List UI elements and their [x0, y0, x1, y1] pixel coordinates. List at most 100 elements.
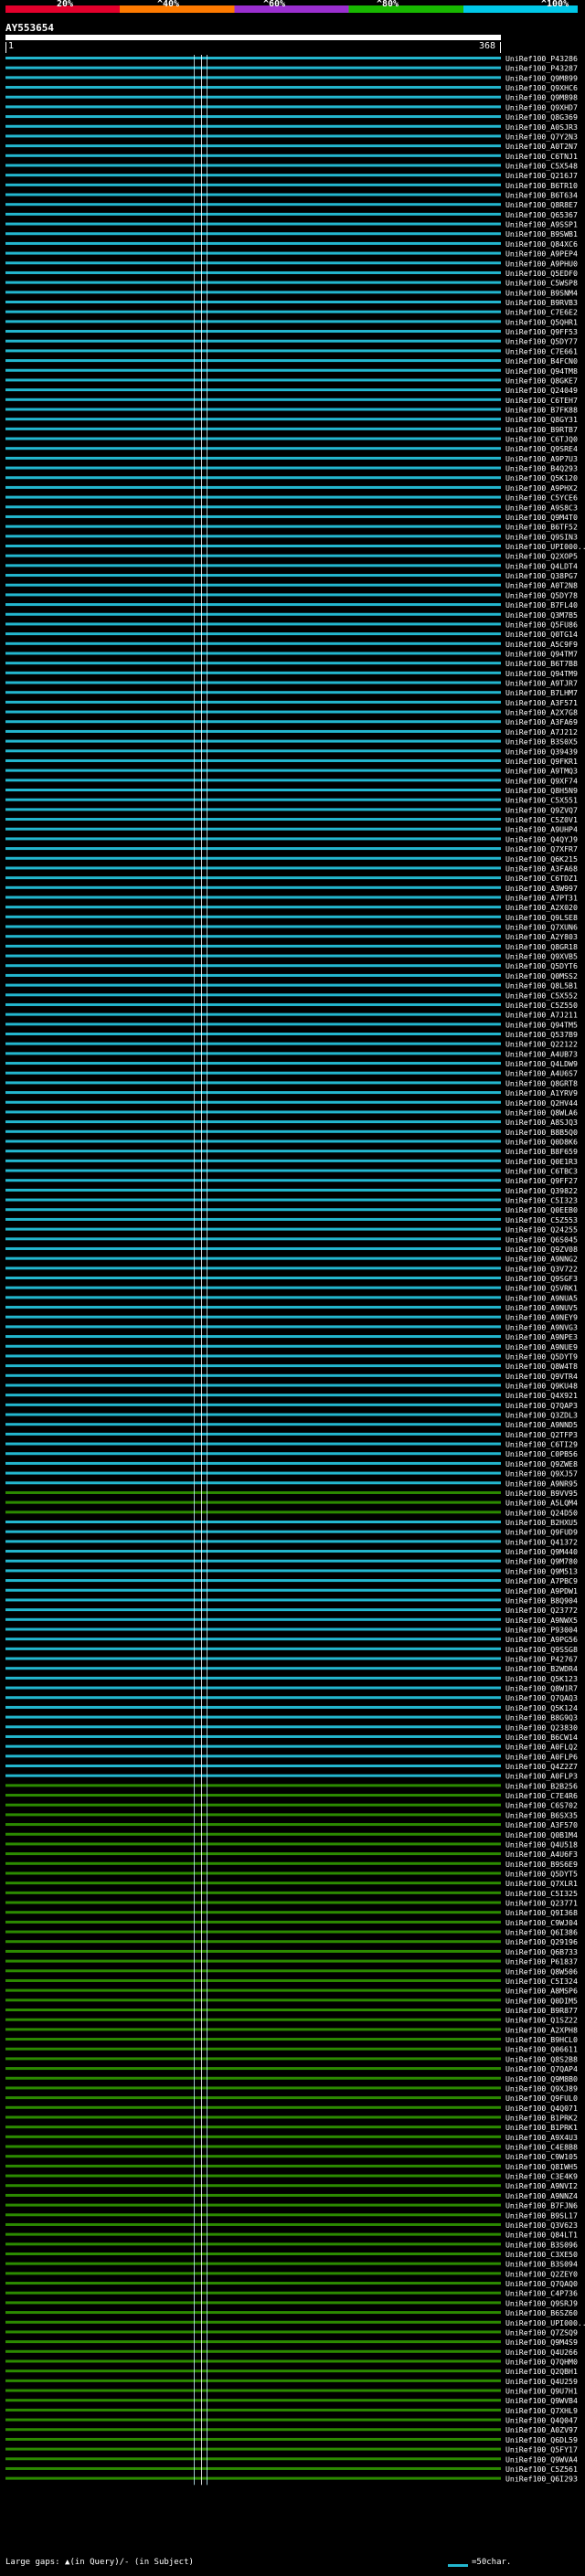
- hit-label[interactable]: UniRef100_Q5FU86: [505, 620, 578, 629]
- hit-label[interactable]: UniRef100_Q7QAQ0: [505, 2279, 578, 2288]
- hit-label[interactable]: UniRef100_B4Q293: [505, 464, 578, 473]
- hit-label[interactable]: UniRef100_Q3V623: [505, 2221, 578, 2230]
- hit-label[interactable]: UniRef100_Q0B1M4: [505, 1830, 578, 1839]
- hit-label[interactable]: UniRef100_Q8W1R7: [505, 1684, 578, 1693]
- hit-bar[interactable]: [5, 1023, 501, 1026]
- hit-label[interactable]: UniRef100_A9NEY9: [505, 1313, 578, 1322]
- hit-label[interactable]: UniRef100_Q84LT1: [505, 2231, 578, 2240]
- hit-bar[interactable]: [5, 993, 501, 997]
- hit-bar[interactable]: [5, 1452, 501, 1456]
- hit-label[interactable]: UniRef100_C5X548: [505, 161, 578, 170]
- hit-label[interactable]: UniRef100_Q9ZV08: [505, 1245, 578, 1254]
- hit-bar[interactable]: [5, 1081, 501, 1085]
- hit-label[interactable]: UniRef100_Q38PG7: [505, 571, 578, 580]
- hit-label[interactable]: UniRef100_C7E4R6: [505, 1791, 578, 1800]
- hit-bar[interactable]: [5, 2349, 501, 2353]
- hit-label[interactable]: UniRef100_B9R877: [505, 2006, 578, 2015]
- hit-bar[interactable]: [5, 1208, 501, 1212]
- hit-label[interactable]: UniRef100_Q4Z2Z7: [505, 1762, 578, 1771]
- hit-label[interactable]: UniRef100_Q9FKR1: [505, 757, 578, 766]
- hit-bar[interactable]: [5, 739, 501, 743]
- hit-bar[interactable]: [5, 466, 501, 470]
- hit-label[interactable]: UniRef100_Q2TFP3: [505, 1430, 578, 1439]
- hit-bar[interactable]: [5, 818, 501, 822]
- hit-bar[interactable]: [5, 1744, 501, 1748]
- hit-bar[interactable]: [5, 1667, 501, 1670]
- hit-bar[interactable]: [5, 2408, 501, 2412]
- hit-bar[interactable]: [5, 554, 501, 557]
- hit-label[interactable]: UniRef100_Q7ZSQ9: [505, 2327, 578, 2337]
- hit-label[interactable]: UniRef100_A9X4U3: [505, 2133, 578, 2142]
- hit-bar[interactable]: [5, 1150, 501, 1153]
- hit-label[interactable]: UniRef100_Q7QAQ3: [505, 1693, 578, 1702]
- hit-label[interactable]: UniRef100_Q9M4T0: [505, 513, 578, 522]
- hit-bar[interactable]: [5, 1335, 501, 1339]
- hit-bar[interactable]: [5, 837, 501, 841]
- hit-label[interactable]: UniRef100_B6T7B8: [505, 659, 578, 668]
- hit-bar[interactable]: [5, 1550, 501, 1553]
- hit-bar[interactable]: [5, 320, 501, 323]
- hit-bar[interactable]: [5, 583, 501, 587]
- hit-bar[interactable]: [5, 281, 501, 284]
- hit-label[interactable]: UniRef100_A5C9F9: [505, 640, 578, 649]
- hit-label[interactable]: UniRef100_A0FLP3: [505, 1772, 578, 1781]
- hit-bar[interactable]: [5, 105, 501, 109]
- hit-bar[interactable]: [5, 1676, 501, 1680]
- hit-bar[interactable]: [5, 2105, 501, 2109]
- hit-label[interactable]: UniRef100_Q9SRJ9: [505, 2298, 578, 2307]
- hit-label[interactable]: UniRef100_A7J211: [505, 1011, 578, 1020]
- hit-label[interactable]: UniRef100_A9PG56: [505, 1635, 578, 1644]
- hit-label[interactable]: UniRef100_Q5VRK1: [505, 1284, 578, 1293]
- hit-bar[interactable]: [5, 2135, 501, 2138]
- hit-label[interactable]: UniRef100_Q94TM9: [505, 669, 578, 678]
- hit-bar[interactable]: [5, 2369, 501, 2373]
- hit-label[interactable]: UniRef100_A9NR95: [505, 1479, 578, 1488]
- hit-bar[interactable]: [5, 2057, 501, 2061]
- hit-label[interactable]: UniRef100_C6TEH7: [505, 396, 578, 405]
- hit-label[interactable]: UniRef100_B9HCL0: [505, 2035, 578, 2044]
- hit-bar[interactable]: [5, 203, 501, 207]
- hit-label[interactable]: UniRef100_Q65367: [505, 210, 578, 219]
- hit-label[interactable]: UniRef100_A3F571: [505, 698, 578, 707]
- hit-label[interactable]: UniRef100_Q5DYT9: [505, 1352, 578, 1361]
- hit-label[interactable]: UniRef100_Q94TM8: [505, 366, 578, 376]
- hit-bar[interactable]: [5, 1471, 501, 1475]
- hit-bar[interactable]: [5, 1110, 501, 1114]
- hit-bar[interactable]: [5, 261, 501, 265]
- hit-label[interactable]: UniRef100_Q6B733: [505, 1947, 578, 1956]
- hit-bar[interactable]: [5, 212, 501, 216]
- hit-label[interactable]: UniRef100_Q9M8B0: [505, 2074, 578, 2083]
- hit-bar[interactable]: [5, 2466, 501, 2470]
- hit-label[interactable]: UniRef100_Q0DIM5: [505, 1996, 578, 2005]
- hit-label[interactable]: UniRef100_C5I323: [505, 1196, 578, 1205]
- hit-bar[interactable]: [5, 1686, 501, 1690]
- hit-bar[interactable]: [5, 1140, 501, 1143]
- hit-bar[interactable]: [5, 437, 501, 440]
- hit-bar[interactable]: [5, 222, 501, 226]
- hit-bar[interactable]: [5, 349, 501, 353]
- hit-bar[interactable]: [5, 2301, 501, 2305]
- hit-bar[interactable]: [5, 574, 501, 578]
- hit-bar[interactable]: [5, 1803, 501, 1807]
- hit-label[interactable]: UniRef100_A9TMQ3: [505, 767, 578, 776]
- hit-label[interactable]: UniRef100_Q1SZ22: [505, 2016, 578, 2025]
- hit-label[interactable]: UniRef100_C6TJQ0: [505, 435, 578, 444]
- hit-bar[interactable]: [5, 251, 501, 255]
- hit-bar[interactable]: [5, 1647, 501, 1650]
- hit-bar[interactable]: [5, 983, 501, 987]
- hit-bar[interactable]: [5, 476, 501, 480]
- hit-bar[interactable]: [5, 1725, 501, 1729]
- hit-label[interactable]: UniRef100_B7LHM7: [505, 688, 578, 697]
- hit-label[interactable]: UniRef100_A9NND5: [505, 1420, 578, 1429]
- hit-bar[interactable]: [5, 1988, 501, 1992]
- hit-label[interactable]: UniRef100_Q7XUN6: [505, 923, 578, 932]
- hit-label[interactable]: UniRef100_Q216J7: [505, 171, 578, 180]
- hit-label[interactable]: UniRef100_Q9WVA4: [505, 2454, 578, 2464]
- hit-label[interactable]: UniRef100_Q9SSG8: [505, 1645, 578, 1654]
- hit-label[interactable]: UniRef100_Q8H5N9: [505, 786, 578, 795]
- hit-label[interactable]: UniRef100_B9RVB3: [505, 298, 578, 307]
- hit-bar[interactable]: [5, 1978, 501, 1982]
- hit-label[interactable]: UniRef100_A8MSP6: [505, 1987, 578, 1996]
- hit-bar[interactable]: [5, 1521, 501, 1523]
- hit-label[interactable]: UniRef100_Q9XJ89: [505, 2083, 578, 2093]
